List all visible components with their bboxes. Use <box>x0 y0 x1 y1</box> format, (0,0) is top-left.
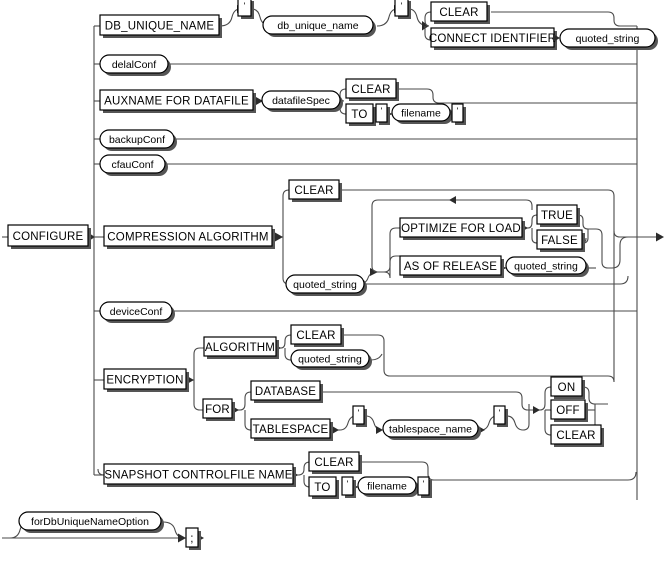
svg-text:quoted_string: quoted_string <box>298 354 362 366</box>
node-snapshot-controlfile-name[interactable]: SNAPSHOT CONTROLFILE NAME <box>103 463 296 487</box>
node-optimize-for-load[interactable]: OPTIMIZE FOR LOAD <box>399 217 525 240</box>
svg-text:delalConf: delalConf <box>112 59 156 71</box>
svg-text:forDbUniqueNameOption: forDbUniqueNameOption <box>31 516 149 528</box>
quote-open-tablespace: ' <box>352 405 367 427</box>
svg-text:filename: filename <box>367 481 407 493</box>
node-datafile-spec[interactable]: datafileSpec <box>261 90 343 112</box>
svg-text:TO: TO <box>351 109 367 121</box>
node-compression-clear[interactable]: CLEAR <box>288 179 342 202</box>
svg-text:DATABASE: DATABASE <box>255 386 316 398</box>
quote-close-tablespace: ' <box>493 405 508 427</box>
quote-close-auxname-filename: ' <box>451 103 466 125</box>
node-snapshot-filename[interactable]: filename <box>357 476 419 497</box>
svg-text:CLEAR: CLEAR <box>439 7 478 19</box>
svg-text:': ' <box>381 106 383 116</box>
svg-text:': ' <box>499 408 501 418</box>
svg-text:;: ; <box>190 533 193 545</box>
svg-text:quoted_string: quoted_string <box>293 279 357 291</box>
svg-text:AUXNAME FOR DATAFILE: AUXNAME FOR DATAFILE <box>104 96 249 108</box>
node-compression-algorithm[interactable]: COMPRESSION ALGORITHM <box>103 225 275 249</box>
svg-text:cfauConf: cfauConf <box>111 159 153 171</box>
quote-open-auxname-filename: ' <box>375 103 390 125</box>
node-as-of-release[interactable]: AS OF RELEASE <box>399 255 504 278</box>
node-auxname-clear[interactable]: CLEAR <box>345 78 399 101</box>
node-delal-conf[interactable]: delalConf <box>99 54 171 76</box>
node-compression-quoted-string[interactable]: quoted_string <box>285 274 367 296</box>
node-backup-conf[interactable]: backupConf <box>99 129 177 151</box>
svg-text:OFF: OFF <box>556 405 580 417</box>
svg-text:CLEAR: CLEAR <box>296 330 335 342</box>
svg-text:CONNECT IDENTIFIER: CONNECT IDENTIFIER <box>429 33 556 45</box>
svg-text:ON: ON <box>558 382 576 394</box>
svg-text:backupConf: backupConf <box>109 134 165 146</box>
svg-text:CLEAR: CLEAR <box>294 185 333 197</box>
node-configure-label: CONFIGURE <box>13 231 84 243</box>
svg-text:TABLESPACE: TABLESPACE <box>253 424 329 436</box>
node-optimize-false[interactable]: FALSE <box>536 229 585 252</box>
quote-open-db-unique-name: ' <box>237 0 254 19</box>
node-algorithm-clear[interactable]: CLEAR <box>290 324 344 347</box>
node-encryption-on[interactable]: ON <box>550 376 585 399</box>
svg-text:FOR: FOR <box>205 404 230 416</box>
node-encryption-algorithm[interactable]: ALGORITHM <box>203 336 279 359</box>
svg-text:CLEAR: CLEAR <box>351 84 390 96</box>
nonterminal-label: db_unique_name <box>277 20 358 32</box>
node-for-db-unique-name-option[interactable]: forDbUniqueNameOption <box>18 511 164 533</box>
node-encryption-for[interactable]: FOR <box>202 398 235 421</box>
node-connect-identifier-arg[interactable]: quoted_string <box>559 28 658 50</box>
svg-text:datafileSpec: datafileSpec <box>272 95 330 107</box>
svg-text:': ' <box>401 1 403 11</box>
node-for-tablespace[interactable]: TABLESPACE <box>250 418 333 441</box>
quote-close-snapshot-filename: ' <box>417 476 432 498</box>
syntax-diagram-canvas: CONFIGURE DB_UNIQUE_NAME ' db_unique_nam… <box>0 0 666 562</box>
node-tablespace-name[interactable]: tablespace_name <box>382 419 481 440</box>
svg-text:quoted_string: quoted_string <box>576 33 640 45</box>
svg-text:SNAPSHOT CONTROLFILE NAME: SNAPSHOT CONTROLFILE NAME <box>104 470 292 482</box>
svg-text:': ' <box>358 408 360 418</box>
railroad-diagram-svg: CONFIGURE DB_UNIQUE_NAME ' db_unique_nam… <box>2 0 664 550</box>
node-statement-terminator[interactable]: ; <box>185 527 201 550</box>
node-db-unique-name[interactable]: DB_UNIQUE_NAME <box>99 14 222 38</box>
node-configure[interactable]: CONFIGURE <box>7 224 91 249</box>
svg-text:tablespace_name: tablespace_name <box>389 424 472 436</box>
svg-text:ALGORITHM: ALGORITHM <box>205 342 275 354</box>
node-encryption-clear[interactable]: CLEAR <box>550 424 604 447</box>
node-auxname-filename[interactable]: filename <box>391 103 453 124</box>
node-algorithm-quoted-string[interactable]: quoted_string <box>290 349 372 370</box>
svg-text:FALSE: FALSE <box>541 235 578 247</box>
svg-text:CLEAR: CLEAR <box>556 430 595 442</box>
svg-text:quoted_string: quoted_string <box>514 261 578 273</box>
svg-text:deviceConf: deviceConf <box>110 306 163 318</box>
svg-text:COMPRESSION ALGORITHM: COMPRESSION ALGORITHM <box>107 232 268 244</box>
node-as-of-release-arg[interactable]: quoted_string <box>505 256 589 277</box>
node-db-unique-name-label: DB_UNIQUE_NAME <box>105 21 215 33</box>
svg-text:': ' <box>423 479 425 489</box>
svg-text:': ' <box>244 1 246 11</box>
node-db-unique-name-clear[interactable]: CLEAR <box>430 1 490 24</box>
svg-text:TO: TO <box>314 482 330 494</box>
quote-open-snapshot-filename: ' <box>341 476 356 498</box>
svg-text:AS OF RELEASE: AS OF RELEASE <box>404 261 497 273</box>
svg-text:CLEAR: CLEAR <box>314 457 353 469</box>
node-for-database[interactable]: DATABASE <box>250 380 323 403</box>
svg-text:filename: filename <box>401 108 441 120</box>
node-snapshot-to[interactable]: TO <box>308 476 339 499</box>
node-encryption[interactable]: ENCRYPTION <box>103 368 189 392</box>
node-cfau-conf[interactable]: cfauConf <box>99 154 168 176</box>
svg-text:OPTIMIZE FOR LOAD: OPTIMIZE FOR LOAD <box>401 223 521 235</box>
node-auxname-to[interactable]: TO <box>345 103 376 126</box>
svg-text:': ' <box>347 479 349 489</box>
quote-close-db-unique-name: ' <box>394 0 411 19</box>
node-device-conf[interactable]: deviceConf <box>99 301 175 323</box>
svg-text:': ' <box>457 106 459 116</box>
node-db-unique-name-arg[interactable]: db_unique_name <box>262 15 376 37</box>
svg-text:TRUE: TRUE <box>541 210 573 222</box>
node-optimize-true[interactable]: TRUE <box>536 204 580 227</box>
svg-text:ENCRYPTION: ENCRYPTION <box>106 375 183 387</box>
node-snapshot-clear[interactable]: CLEAR <box>308 451 362 474</box>
node-encryption-off[interactable]: OFF <box>550 399 588 422</box>
node-connect-identifier[interactable]: CONNECT IDENTIFIER <box>429 27 557 50</box>
node-auxname-for-datafile[interactable]: AUXNAME FOR DATAFILE <box>99 89 256 113</box>
